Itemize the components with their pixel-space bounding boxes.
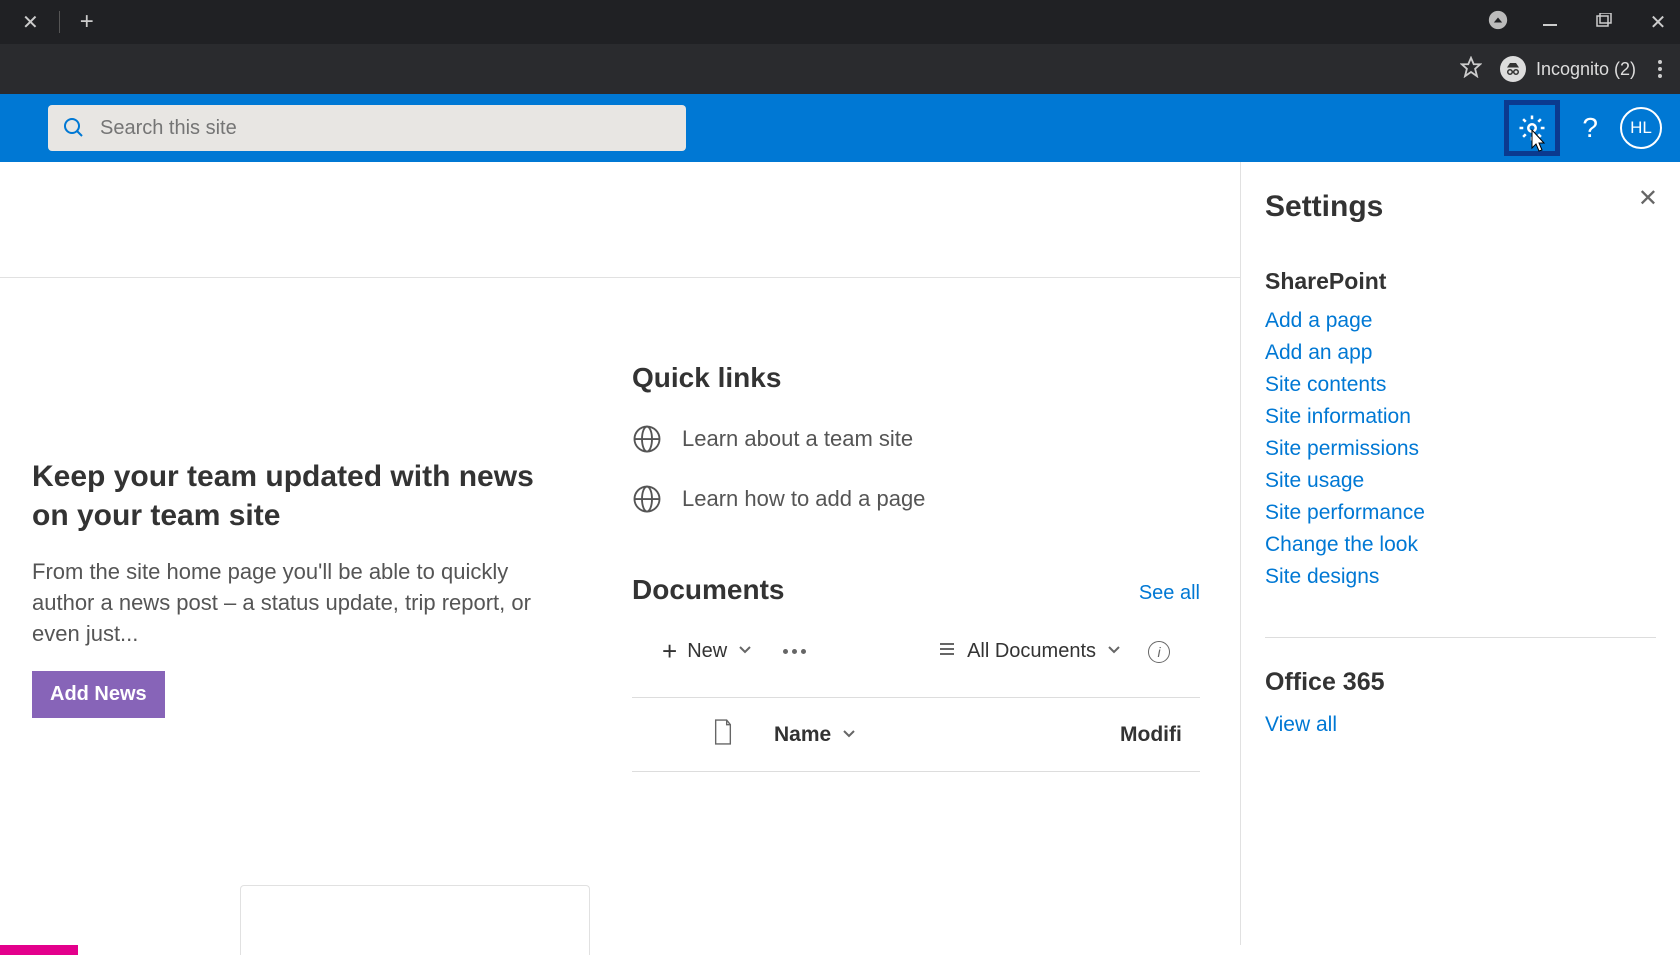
cursor-pointer-icon: [1527, 128, 1549, 159]
user-avatar[interactable]: HL: [1620, 107, 1662, 149]
quick-links-heading: Quick links: [632, 362, 1200, 394]
quick-link-label: Learn how to add a page: [682, 486, 925, 512]
see-all-link[interactable]: See all: [1139, 582, 1200, 605]
globe-icon: [632, 484, 662, 514]
incognito-label: Incognito (2): [1536, 59, 1636, 80]
search-icon: [62, 116, 86, 140]
settings-link-site-performance[interactable]: Site performance: [1265, 497, 1656, 529]
suite-header: ? HL: [0, 94, 1680, 162]
quick-link-item[interactable]: Learn how to add a page: [632, 484, 1200, 514]
browser-tab-strip: ✕ + ✕: [0, 0, 1680, 44]
new-label: New: [687, 640, 727, 663]
help-button[interactable]: ?: [1582, 112, 1598, 144]
view-label: All Documents: [967, 640, 1096, 663]
settings-link-add-page[interactable]: Add a page: [1265, 305, 1656, 337]
news-heading: Keep your team updated with news on your…: [32, 457, 570, 535]
chevron-down-icon: [841, 723, 857, 747]
quick-link-item[interactable]: Learn about a team site: [632, 424, 1200, 454]
file-type-column-icon[interactable]: [642, 718, 734, 751]
new-button[interactable]: + New: [662, 636, 753, 667]
chevron-down-icon: [1106, 640, 1122, 663]
globe-icon: [632, 424, 662, 454]
quick-link-label: Learn about a team site: [682, 426, 913, 452]
close-panel-button[interactable]: ✕: [1638, 184, 1658, 213]
view-selector[interactable]: All Documents: [937, 639, 1122, 665]
office365-section-heading: Office 365: [1265, 668, 1656, 697]
search-box[interactable]: [48, 105, 686, 151]
documents-table: Name Modifi: [632, 697, 1200, 772]
documents-heading: Documents: [632, 574, 784, 606]
info-button[interactable]: i: [1148, 641, 1170, 663]
chevron-down-icon: [737, 640, 753, 663]
chrome-profile-icon[interactable]: [1488, 10, 1508, 35]
window-minimize-icon[interactable]: [1538, 13, 1562, 31]
settings-link-site-information[interactable]: Site information: [1265, 401, 1656, 433]
browser-address-bar: Incognito (2): [0, 44, 1680, 94]
column-modified[interactable]: Modifi: [1120, 723, 1190, 747]
browser-menu-icon[interactable]: [1654, 56, 1666, 82]
search-input[interactable]: [100, 117, 672, 140]
settings-link-change-look[interactable]: Change the look: [1265, 529, 1656, 561]
column-name[interactable]: Name: [774, 723, 857, 747]
window-maximize-icon[interactable]: [1592, 13, 1616, 32]
news-description: From the site home page you'll be able t…: [32, 557, 570, 649]
plus-icon: +: [662, 636, 677, 667]
list-icon: [937, 639, 957, 665]
incognito-icon: [1500, 56, 1526, 82]
settings-link-site-contents[interactable]: Site contents: [1265, 369, 1656, 401]
add-news-button[interactable]: Add News: [32, 671, 165, 718]
more-actions-button[interactable]: [783, 649, 806, 654]
settings-link-view-all[interactable]: View all: [1265, 709, 1656, 741]
tab-close-icon[interactable]: ✕: [22, 10, 39, 35]
settings-link-add-app[interactable]: Add an app: [1265, 337, 1656, 369]
new-tab-icon[interactable]: +: [80, 8, 94, 36]
settings-link-site-designs[interactable]: Site designs: [1265, 561, 1656, 593]
window-close-icon[interactable]: ✕: [1646, 10, 1670, 35]
documents-toolbar: + New All Documents i: [632, 636, 1200, 667]
bookmark-star-icon[interactable]: [1460, 56, 1482, 83]
table-header-row: Name Modifi: [632, 698, 1200, 771]
settings-title: Settings: [1265, 190, 1656, 224]
sharepoint-section-heading: SharePoint: [1265, 268, 1656, 295]
settings-button[interactable]: [1504, 100, 1560, 156]
settings-link-site-permissions[interactable]: Site permissions: [1265, 433, 1656, 465]
incognito-indicator[interactable]: Incognito (2): [1500, 56, 1636, 82]
settings-link-site-usage[interactable]: Site usage: [1265, 465, 1656, 497]
main-content: Keep your team updated with news on your…: [0, 162, 1240, 945]
settings-panel: Settings ✕ SharePoint Add a page Add an …: [1240, 162, 1680, 945]
